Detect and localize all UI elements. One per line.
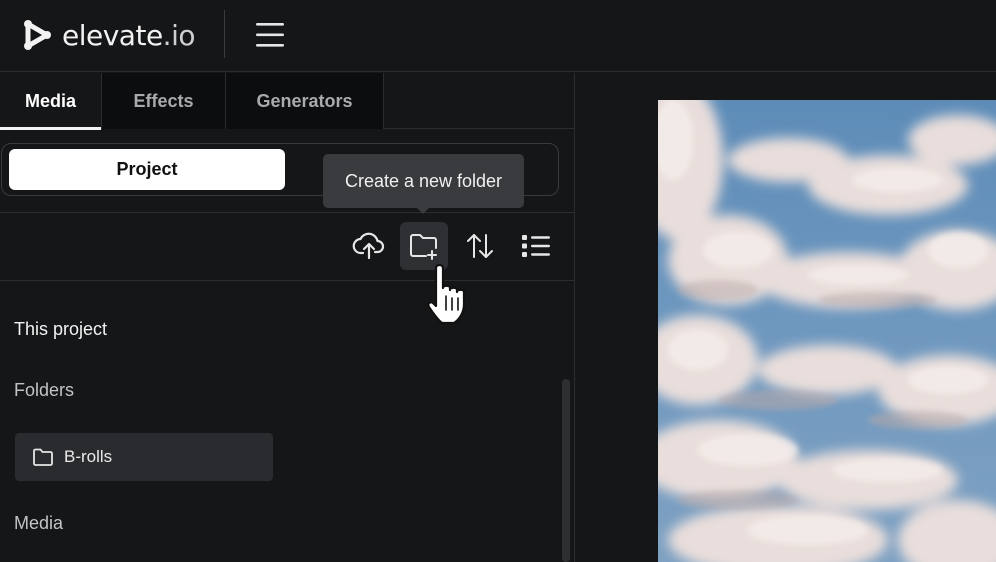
- header-divider: [224, 10, 225, 58]
- sort-icon: [467, 234, 493, 258]
- section-media: Media: [14, 513, 64, 533]
- segment-project-button[interactable]: Project: [9, 149, 285, 190]
- tab-media-label: Media: [24, 90, 76, 111]
- tab-generators[interactable]: Generators: [225, 73, 384, 129]
- sort-button[interactable]: [456, 222, 504, 270]
- folder-item[interactable]: B-rolls: [15, 433, 273, 481]
- panel-tabs: Media Effects Generators: [0, 73, 574, 130]
- hamburger-icon: [256, 23, 284, 47]
- list-view-icon: [522, 235, 550, 257]
- brand-suffix: .io: [162, 18, 196, 52]
- folder-name: B-rolls: [64, 447, 113, 466]
- brand-name: elevate .io: [62, 19, 195, 52]
- tooltip-arrow: [416, 207, 430, 214]
- tab-effects-label: Effects: [133, 90, 194, 111]
- menu-button[interactable]: [252, 18, 288, 52]
- section-this-project: This project: [14, 319, 108, 339]
- folder-icon: [33, 448, 53, 466]
- section-folders: Folders: [14, 380, 75, 400]
- top-bar: elevate .io: [0, 0, 996, 72]
- tab-effects[interactable]: Effects: [101, 73, 225, 129]
- upload-cloud-icon: [352, 232, 385, 260]
- brand-main: elevate: [62, 18, 163, 52]
- tab-media[interactable]: Media: [0, 73, 101, 130]
- media-panel: Media Effects Generators Project This pr…: [0, 73, 574, 562]
- panel-scrollbar[interactable]: [562, 379, 570, 562]
- sky-clouds-image: [658, 100, 996, 562]
- new-folder-tooltip: Create a new folder: [323, 154, 524, 208]
- panel-divider: [574, 73, 575, 562]
- list-view-button[interactable]: [512, 222, 560, 270]
- upload-button[interactable]: [345, 222, 393, 270]
- tab-generators-label: Generators: [256, 90, 353, 111]
- logo-icon: [24, 20, 51, 50]
- app-logo[interactable]: elevate .io: [22, 16, 195, 54]
- video-preview[interactable]: [658, 100, 996, 562]
- new-folder-button[interactable]: [400, 222, 448, 270]
- new-folder-icon: [410, 234, 437, 260]
- media-toolbar: [0, 213, 574, 281]
